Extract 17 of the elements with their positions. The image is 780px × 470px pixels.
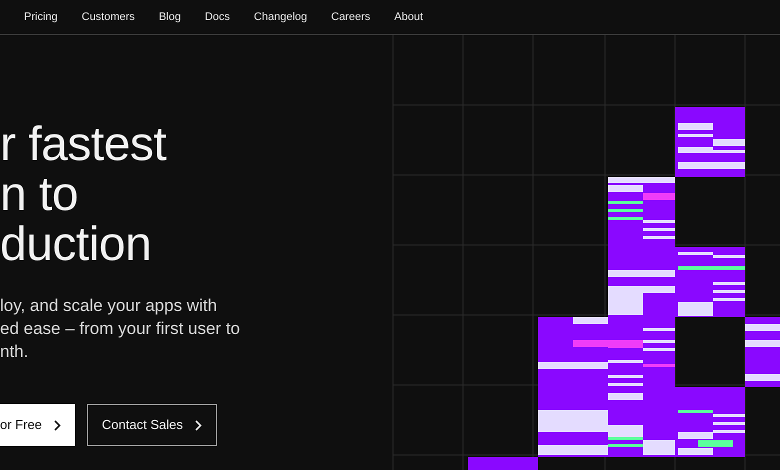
description-line: loy, and scale your apps with [0,295,218,317]
nav-link[interactable]: Changelog [254,8,308,26]
chevron-icon [194,420,202,430]
nav-link[interactable]: Docs [204,8,230,26]
headline-line: duction [0,220,152,270]
description-line: nth. [0,341,30,363]
description-line: ed ease – from your first user to [0,318,241,340]
headline-line: r fastest [0,120,168,170]
sign-up-button[interactable]: or Free [0,404,75,446]
nav-link[interactable]: Customers [82,8,135,26]
nav-link[interactable]: About [394,8,423,26]
nav-link[interactable]: Pricing [24,8,58,26]
chevron-icon [54,420,61,430]
nav-link[interactable]: Careers [331,8,370,26]
headline-line: n to [0,170,80,220]
contact-button[interactable]: Contact Sales [86,404,217,446]
nav-link[interactable]: Blog [158,8,181,26]
